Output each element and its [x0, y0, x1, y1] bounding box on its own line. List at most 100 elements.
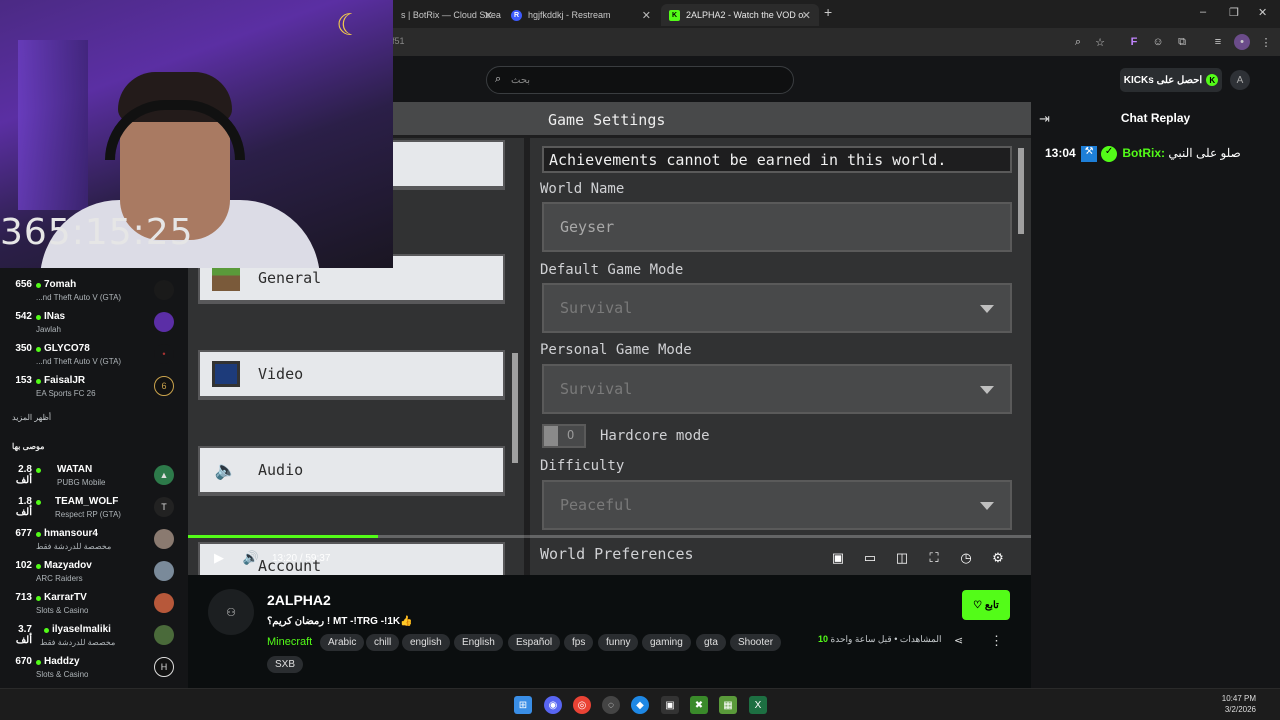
minecraft-launcher-icon[interactable]: ✖: [690, 696, 708, 714]
category-link[interactable]: Minecraft: [267, 636, 312, 648]
tag[interactable]: English: [454, 634, 503, 651]
playback-speed-icon[interactable]: ◷: [957, 549, 975, 567]
system-clock[interactable]: 10:47 PM 3/2/2026: [1222, 693, 1256, 715]
show-more-link[interactable]: أظهر المزيد: [12, 413, 51, 422]
tag[interactable]: chill: [366, 634, 400, 651]
personal-game-mode-label: Personal Game Mode: [540, 342, 692, 358]
user-avatar[interactable]: A: [1230, 70, 1250, 90]
bookmark-star-icon[interactable]: ☆: [1092, 34, 1108, 50]
tag[interactable]: Español: [508, 634, 561, 651]
chat-title: Chat Replay: [1120, 111, 1191, 125]
search-icon: ⌕: [495, 73, 502, 85]
excel-icon[interactable]: X: [749, 696, 767, 714]
extension-f-icon[interactable]: F: [1126, 34, 1142, 50]
chevron-down-icon: [980, 386, 994, 394]
avatar: [154, 561, 174, 581]
sidebar-channel[interactable]: 677 hmansour4 مخصصة للدردشة فقط: [0, 525, 188, 557]
minecraft-icon[interactable]: ▦: [719, 696, 737, 714]
sidebar-channel[interactable]: 670 Haddzy Slots & Casino H: [0, 653, 188, 685]
sidebar-channel[interactable]: 153 FaisalJR EA Sports FC 26 6: [0, 372, 188, 404]
chrome-icon[interactable]: ◎: [573, 696, 591, 714]
verified-badge-icon: ✓: [1101, 146, 1118, 162]
windows-start-icon[interactable]: ⊞: [514, 696, 532, 714]
channel-name[interactable]: 2ALPHA2: [267, 592, 331, 608]
picture-in-picture-icon[interactable]: ◫: [893, 549, 911, 567]
tab-kick-vod[interactable]: K 2ALPHA2 - Watch the VOD on K ✕: [661, 4, 819, 26]
sidebar-channel[interactable]: 542 INas Jawlah: [0, 308, 188, 340]
avatar: •: [154, 344, 174, 364]
views-info: 10 المشاهدات • قبل ساعة واحدة: [818, 634, 942, 644]
sidebar-channel[interactable]: 713 KarrarTV Slots & Casino: [0, 589, 188, 621]
fullscreen-icon[interactable]: ⛶: [925, 549, 943, 567]
theater-mode-icon[interactable]: ▭: [861, 549, 879, 567]
video-progress-bar[interactable]: [188, 535, 1031, 538]
play-icon[interactable]: ▶: [210, 549, 228, 567]
tag[interactable]: english: [402, 634, 450, 651]
hardcore-toggle[interactable]: O: [542, 424, 586, 448]
chat-username[interactable]: BotRix:: [1122, 146, 1165, 160]
default-game-mode-dropdown[interactable]: Survival: [542, 283, 1012, 333]
tag[interactable]: fps: [564, 634, 594, 651]
close-tab-icon[interactable]: ✕: [642, 9, 651, 22]
tab-botrix[interactable]: s | BotRix — Cloud Strea ✕: [393, 4, 501, 26]
url-field[interactable]: f51: [392, 36, 405, 46]
avatar: [154, 625, 174, 645]
extensions-puzzle-icon[interactable]: ⧉: [1174, 34, 1190, 50]
settings-menu-scrollbar[interactable]: [512, 353, 518, 463]
close-tab-icon[interactable]: ✕: [484, 9, 493, 22]
sidebar-channel[interactable]: 656 7omah ...nd Theft Auto V (GTA): [0, 276, 188, 308]
search-input[interactable]: ⌕ بحث: [486, 66, 794, 94]
browser-menu-icon[interactable]: ⋮: [1258, 34, 1274, 50]
tag[interactable]: gta: [696, 634, 726, 651]
world-name-field[interactable]: Geyser: [542, 202, 1012, 252]
discord-icon[interactable]: ◉: [544, 696, 562, 714]
share-icon[interactable]: ⋖: [954, 634, 963, 647]
avatar: [154, 280, 174, 300]
minimize-button[interactable]: –: [1200, 6, 1206, 18]
app-icon[interactable]: ▣: [661, 696, 679, 714]
tag[interactable]: funny: [598, 634, 639, 651]
more-options-icon[interactable]: ⋮: [990, 633, 1003, 649]
tag[interactable]: Arabic: [320, 634, 365, 651]
settings-gear-icon[interactable]: ⚙: [989, 549, 1007, 567]
get-kicks-button[interactable]: KICKs احصل على K: [1120, 68, 1222, 92]
live-dot-icon: [36, 315, 41, 320]
personal-game-mode-dropdown[interactable]: Survival: [542, 364, 1012, 414]
tag[interactable]: gaming: [642, 634, 691, 651]
tab-restream[interactable]: R hgjfkddkj - Restream ✕: [503, 4, 659, 26]
extension-face-icon[interactable]: ☺: [1150, 34, 1166, 50]
world-preferences-label: World Preferences: [540, 545, 694, 563]
sidebar-channel[interactable]: 2.8 ألف WATAN PUBG Mobile ▲: [0, 461, 188, 493]
close-tab-icon[interactable]: ✕: [802, 9, 811, 22]
sidebar-channel[interactable]: 102 Mazyadov ARC Raiders: [0, 557, 188, 589]
monitor-icon: [212, 361, 240, 387]
maximize-button[interactable]: ❐: [1229, 6, 1239, 19]
difficulty-dropdown[interactable]: Peaceful: [542, 480, 1012, 530]
app-icon[interactable]: ◆: [631, 696, 649, 714]
volume-icon[interactable]: 🔊: [242, 549, 260, 567]
default-game-mode-label: Default Game Mode: [540, 262, 684, 278]
avatar: [154, 312, 174, 332]
close-window-button[interactable]: ✕: [1258, 6, 1267, 19]
new-tab-button[interactable]: +: [824, 4, 832, 20]
achievements-notice: Achievements cannot be earned in this wo…: [542, 146, 1012, 173]
zoom-icon[interactable]: ⌕: [1070, 34, 1086, 50]
live-dot-icon: [36, 347, 41, 352]
reading-list-icon[interactable]: ≡: [1210, 34, 1226, 50]
speaker-icon: 🔈: [214, 459, 238, 481]
sidebar-channel[interactable]: 1.8 ألف TEAM_WOLF Respect RP (GTA) T: [0, 493, 188, 525]
world-settings-scrollbar[interactable]: [1018, 148, 1024, 234]
chevron-down-icon: [980, 305, 994, 313]
follow-button[interactable]: ♡ تابع: [962, 590, 1010, 620]
sidebar-channel[interactable]: 350 GLYCO78 ...nd Theft Auto V (GTA) •: [0, 340, 188, 372]
tag[interactable]: SXB: [267, 656, 304, 673]
tag[interactable]: Shooter: [730, 634, 782, 651]
channel-avatar[interactable]: ⚇: [208, 589, 254, 635]
webcam-overlay: ☾ 365:15:25: [0, 0, 393, 268]
obs-icon[interactable]: ◌: [602, 696, 620, 714]
miniplayer-icon[interactable]: ▣: [829, 549, 847, 567]
browser-profile-icon[interactable]: •: [1234, 34, 1250, 50]
settings-audio-button[interactable]: 🔈 Audio: [198, 446, 505, 496]
sidebar-channel[interactable]: 3.7 ألف ilyaselmaliki مخصصة للدردشة فقط: [0, 621, 188, 653]
settings-video-button[interactable]: Video: [198, 350, 505, 400]
